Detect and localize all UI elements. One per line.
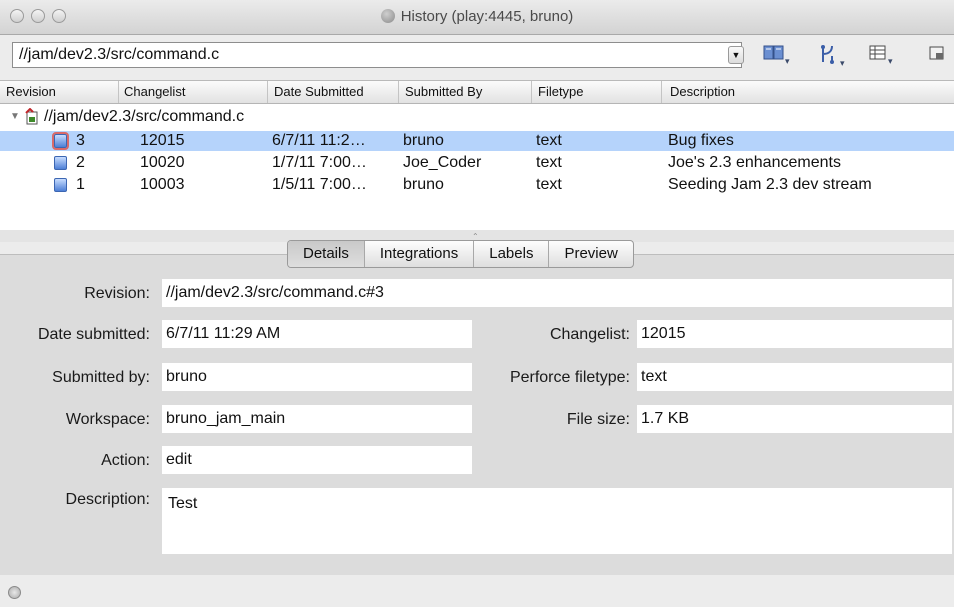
value-changelist[interactable]: 12015	[637, 320, 952, 348]
table-row[interactable]: 1 10003 1/5/11 7:00… bruno text Seeding …	[0, 175, 954, 195]
tab-labels[interactable]: Labels	[474, 241, 550, 267]
cell-changelist: 10020	[140, 154, 185, 171]
label-action: Action:	[101, 452, 150, 469]
cell-revision: 2	[76, 154, 85, 171]
column-divider[interactable]	[267, 81, 268, 103]
cell-filetype: text	[536, 154, 562, 171]
label-perforce-filetype: Perforce filetype:	[509, 369, 630, 386]
col-changelist[interactable]: Changelist	[124, 84, 185, 99]
columns-icon[interactable]: ▾	[868, 44, 893, 66]
label-description: Description:	[65, 491, 150, 508]
label-revision: Revision:	[84, 285, 150, 302]
cell-submitted-by: Joe_Coder	[403, 154, 482, 171]
label-file-size: File size:	[566, 411, 630, 428]
col-revision[interactable]: Revision	[6, 84, 56, 99]
revision-list[interactable]: Revision Changelist Date Submitted Submi…	[0, 80, 954, 232]
value-perforce-filetype[interactable]: text	[637, 363, 952, 391]
path-value: //jam/dev2.3/src/command.c	[19, 46, 220, 63]
cell-changelist: 12015	[140, 132, 185, 149]
revision-icon	[54, 156, 67, 170]
value-file-size[interactable]: 1.7 KB	[637, 405, 952, 433]
file-icon	[24, 107, 40, 130]
activity-indicator-icon	[8, 586, 21, 599]
col-date-submitted[interactable]: Date Submitted	[274, 84, 364, 99]
cell-revision: 1	[76, 176, 85, 193]
branch-icon[interactable]: ▾	[818, 44, 845, 68]
label-changelist: Changelist:	[549, 326, 630, 343]
column-header: Revision Changelist Date Submitted Submi…	[0, 81, 954, 104]
column-divider[interactable]	[661, 81, 662, 103]
details-panel: Revision: //jam/dev2.3/src/command.c#3 D…	[0, 254, 954, 576]
col-submitted-by[interactable]: Submitted By	[405, 84, 482, 99]
book-icon[interactable]: ▾	[763, 44, 790, 66]
cell-date: 1/7/11 7:00…	[272, 154, 367, 171]
tab-integrations[interactable]: Integrations	[365, 241, 475, 267]
cell-revision: 3	[76, 132, 85, 149]
cell-date: 1/5/11 7:00…	[272, 176, 367, 193]
panel-icon[interactable]	[928, 44, 946, 66]
value-action[interactable]: edit	[162, 446, 472, 474]
path-combo-field[interactable]: //jam/dev2.3/src/command.c	[12, 42, 742, 68]
value-workspace[interactable]: bruno_jam_main	[162, 405, 472, 433]
label-date-submitted: Date submitted:	[37, 326, 150, 343]
column-divider[interactable]	[118, 81, 119, 103]
label-submitted-by: Submitted by:	[52, 369, 150, 386]
cell-filetype: text	[536, 176, 562, 193]
value-submitted-by[interactable]: bruno	[162, 363, 472, 391]
revision-icon	[52, 132, 69, 150]
col-filetype[interactable]: Filetype	[538, 84, 584, 99]
cell-submitted-by: bruno	[403, 132, 444, 149]
cell-filetype: text	[536, 132, 562, 149]
cell-date: 6/7/11 11:2…	[272, 132, 366, 149]
path-dropdown-button[interactable]: ▼	[728, 46, 744, 64]
file-path: //jam/dev2.3/src/command.c	[44, 108, 245, 125]
status-bar	[0, 575, 954, 607]
table-row[interactable]: 3 12015 6/7/11 11:2… bruno text Bug fixe…	[0, 131, 954, 151]
server-icon	[380, 9, 395, 23]
value-date-submitted[interactable]: 6/7/11 11:29 AM	[162, 320, 472, 348]
file-row[interactable]: ▼ //jam/dev2.3/src/command.c	[0, 107, 954, 127]
window-title: History (play:4445, bruno)	[0, 8, 954, 25]
table-row[interactable]: 2 10020 1/7/11 7:00… Joe_Coder text Joe'…	[0, 153, 954, 173]
detail-tabs: Details Integrations Labels Preview	[287, 240, 634, 268]
title-bar: History (play:4445, bruno)	[0, 0, 954, 35]
label-workspace: Workspace:	[65, 411, 150, 428]
col-description[interactable]: Description	[670, 84, 735, 99]
cell-changelist: 10003	[140, 176, 185, 193]
cell-submitted-by: bruno	[403, 176, 444, 193]
column-divider[interactable]	[531, 81, 532, 103]
value-revision[interactable]: //jam/dev2.3/src/command.c#3	[162, 279, 952, 307]
cell-description: Bug fixes	[668, 132, 734, 149]
cell-description: Joe's 2.3 enhancements	[668, 154, 841, 171]
revision-add-icon	[54, 178, 67, 192]
column-divider[interactable]	[398, 81, 399, 103]
disclosure-triangle-icon[interactable]: ▼	[10, 111, 20, 122]
tab-details[interactable]: Details	[288, 241, 365, 267]
value-description[interactable]: Test	[162, 488, 952, 554]
cell-description: Seeding Jam 2.3 dev stream	[668, 176, 872, 193]
tab-preview[interactable]: Preview	[549, 241, 632, 267]
